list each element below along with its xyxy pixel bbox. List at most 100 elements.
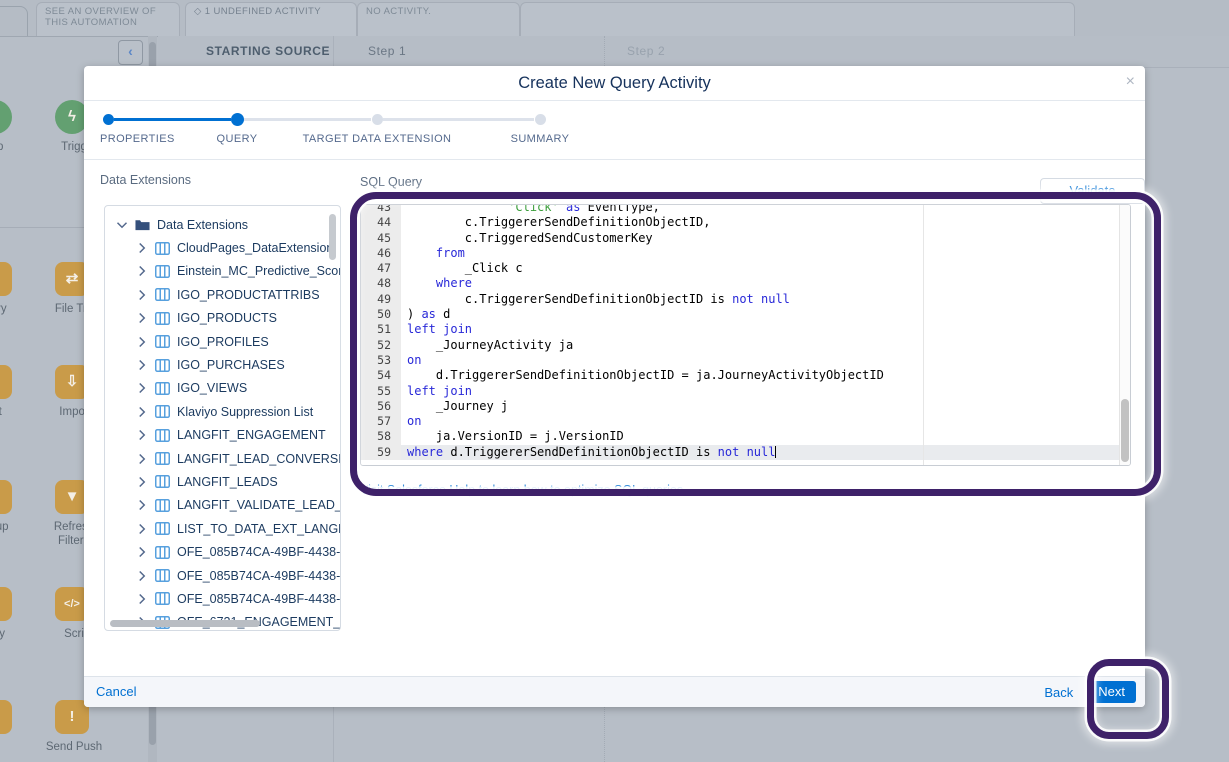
step-dot-properties[interactable] <box>103 114 114 125</box>
editor-scrollbar-track[interactable] <box>1119 205 1130 465</box>
sql-help-link[interactable]: Visit Salesforce Help to learn how to op… <box>360 483 687 497</box>
line-number: 49 <box>361 292 401 307</box>
code-text: left join <box>401 384 1120 399</box>
tree-item-label: LANGFIT_VALIDATE_LEAD_EMAIL_ <box>177 498 341 512</box>
tree-item[interactable]: Klaviyo Suppression List <box>105 400 340 423</box>
tree-item-label: LIST_TO_DATA_EXT_LANGFIT <box>177 522 341 536</box>
code-line[interactable]: 48 where <box>361 276 1120 291</box>
background-card-corner <box>0 6 28 37</box>
tree-item-label: CloudPages_DataExtension <box>177 241 333 255</box>
tree-horizontal-scrollbar[interactable] <box>110 620 260 627</box>
code-text: left join <box>401 322 1120 337</box>
tree-item-label: LANGFIT_LEADS <box>177 475 278 489</box>
code-text: _Journey j <box>401 399 1120 414</box>
modal-title: Create New Query Activity <box>84 66 1145 100</box>
editor-scrollbar-thumb[interactable] <box>1121 399 1129 462</box>
code-line[interactable]: 51left join <box>361 322 1120 337</box>
tree-item[interactable]: IGO_PROFILES <box>105 330 340 353</box>
code-line[interactable]: 58 ja.VersionID = j.VersionID <box>361 429 1120 444</box>
code-line[interactable]: 43 'Click' as EventType, <box>361 204 1120 215</box>
step-dot-query[interactable] <box>231 113 244 126</box>
line-number: 44 <box>361 215 401 230</box>
tree-item[interactable]: OFE_085B74CA-49BF-4438-B566- <box>105 540 340 563</box>
line-number: 50 <box>361 307 401 322</box>
automation-tab[interactable]: NO ACTIVITY. <box>357 2 520 37</box>
line-number: 57 <box>361 414 401 429</box>
tree-item[interactable]: IGO_PRODUCTS <box>105 307 340 330</box>
close-icon[interactable]: × <box>1126 73 1135 91</box>
code-line[interactable]: 57on <box>361 414 1120 429</box>
tree-item[interactable]: Einstein_MC_Predictive_Scores <box>105 260 340 283</box>
create-query-activity-modal: Create New Query Activity × PROPERTIESQU… <box>84 66 1145 707</box>
validate-syntax-button[interactable]: Validate Syntax <box>1040 178 1145 204</box>
code-line[interactable]: 56 _Journey j <box>361 399 1120 414</box>
sql-editor[interactable]: 43 'Click' as EventType,44 c.TriggererSe… <box>360 204 1131 466</box>
next-button[interactable]: Next <box>1087 681 1136 703</box>
line-number: 51 <box>361 322 401 337</box>
code-line[interactable]: 45 c.TriggeredSendCustomerKey <box>361 231 1120 246</box>
collapse-palette-button[interactable]: ‹ <box>118 40 143 65</box>
code-line[interactable]: 59where d.TriggererSendDefinitionObjectI… <box>361 445 1120 460</box>
code-line[interactable]: 54 d.TriggererSendDefinitionObjectID = j… <box>361 368 1120 383</box>
palette-op-icon[interactable] <box>0 100 12 134</box>
code-line[interactable]: 47 _Click c <box>361 261 1120 276</box>
tree-root-data-extensions[interactable]: Data Extensions <box>105 213 340 236</box>
tree-item-label: Einstein_MC_Predictive_Scores <box>177 264 341 278</box>
palette-label: roup <box>0 520 29 534</box>
code-line[interactable]: 49 c.TriggererSendDefinitionObjectID is … <box>361 292 1120 307</box>
code-line[interactable]: 50) as d <box>361 307 1120 322</box>
tree-item[interactable]: LIST_TO_DATA_EXT_LANGFIT <box>105 517 340 540</box>
code-line[interactable]: 52 _JourneyActivity ja <box>361 338 1120 353</box>
palette-tory-icon[interactable] <box>0 262 12 296</box>
code-text: ja.VersionID = j.VersionID <box>401 429 1120 444</box>
step-connector <box>243 118 371 121</box>
palette-activity-icon[interactable] <box>0 700 12 734</box>
tree-item[interactable]: IGO_PRODUCTATTRIBS <box>105 283 340 306</box>
palette-ery-icon[interactable] <box>0 587 12 621</box>
automation-tab[interactable]: ◇ 1 UNDEFINED ACTIVITY <box>185 2 357 37</box>
canvas-column-label: Step 2 <box>627 44 665 58</box>
palette-roup-icon[interactable] <box>0 480 12 514</box>
automation-tab[interactable]: SEE AN OVERVIEW OF THIS AUTOMATION <box>36 2 180 37</box>
tree-item-label: OFE_085B74CA-49BF-4438-B566- <box>177 545 341 559</box>
tree-item[interactable]: OFE_085B74CA-49BF-4438-B566- <box>105 564 340 587</box>
tree-item[interactable]: IGO_VIEWS <box>105 377 340 400</box>
code-text: from <box>401 246 1120 261</box>
tree-item-label: LANGFIT_ENGAGEMENT <box>177 428 326 442</box>
code-line[interactable]: 55left join <box>361 384 1120 399</box>
code-text: where <box>401 276 1120 291</box>
code-text: c.TriggererSendDefinitionObjectID is not… <box>401 292 1120 307</box>
automation-tabs-strip: SEE AN OVERVIEW OF THIS AUTOMATION◇ 1 UN… <box>0 0 1229 37</box>
tree-item-label: IGO_PRODUCTATTRIBS <box>177 288 320 302</box>
code-text: c.TriggererSendDefinitionObjectID, <box>401 215 1120 230</box>
code-line[interactable]: 53on <box>361 353 1120 368</box>
back-button[interactable]: Back <box>1044 685 1073 700</box>
tree-item[interactable]: IGO_PURCHASES <box>105 353 340 376</box>
tree-item[interactable]: LANGFIT_LEAD_CONVERSION <box>105 447 340 470</box>
tree-vertical-scrollbar[interactable] <box>329 214 336 260</box>
code-text: 'Click' as EventType, <box>401 204 1120 215</box>
canvas-column-label: STARTING SOURCE <box>206 44 330 58</box>
tree-item[interactable]: LANGFIT_LEADS <box>105 470 340 493</box>
palette-nt-icon[interactable] <box>0 365 12 399</box>
code-line[interactable]: 44 c.TriggererSendDefinitionObjectID, <box>361 215 1120 230</box>
code-text: on <box>401 414 1120 429</box>
code-line[interactable]: 46 from <box>361 246 1120 261</box>
automation-tab[interactable] <box>520 2 1075 37</box>
line-number: 48 <box>361 276 401 291</box>
code-text: _JourneyActivity ja <box>401 338 1120 353</box>
tree-item-label: IGO_PURCHASES <box>177 358 285 372</box>
canvas-column-label: Step 1 <box>368 44 406 58</box>
step-label: QUERY <box>217 133 258 145</box>
step-dot-target-data-extension[interactable] <box>372 114 383 125</box>
step-dot-summary[interactable] <box>535 114 546 125</box>
tree-item[interactable]: LANGFIT_ENGAGEMENT <box>105 424 340 447</box>
cancel-button[interactable]: Cancel <box>96 677 136 707</box>
tree-item[interactable]: OFE_085B74CA-49BF-4438-B566- <box>105 587 340 610</box>
tree-item[interactable]: CloudPages_DataExtension <box>105 236 340 259</box>
palette-label: op <box>0 140 29 154</box>
tree-item[interactable]: LANGFIT_VALIDATE_LEAD_EMAIL_ <box>105 494 340 517</box>
text-cursor <box>775 446 776 458</box>
tree-item-label: IGO_VIEWS <box>177 381 247 395</box>
line-number: 54 <box>361 368 401 383</box>
